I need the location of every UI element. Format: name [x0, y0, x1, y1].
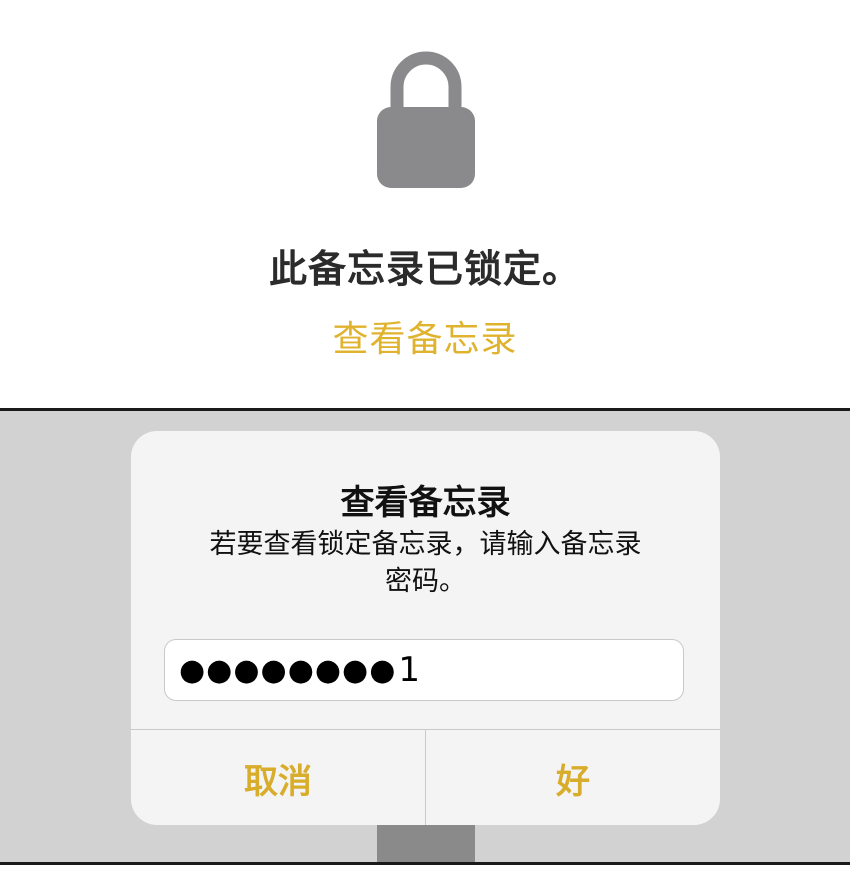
- view-note-link[interactable]: 查看备忘录: [0, 310, 850, 362]
- dialog-message-line: 密码。: [385, 566, 466, 597]
- password-input[interactable]: ●●●●●●●● 1: [164, 639, 684, 701]
- dialog-message-line: 若要查看锁定备忘录，请输入备忘录: [209, 529, 642, 560]
- dialog-title: 查看备忘录: [340, 483, 511, 523]
- dialog-message: 若要查看锁定备忘录，请输入备忘录 密码。: [181, 526, 670, 600]
- ok-button[interactable]: 好: [426, 730, 720, 825]
- divider: [0, 862, 850, 865]
- view-note-dialog: 查看备忘录 若要查看锁定备忘录，请输入备忘录 密码。 ●●●●●●●● 1 取消…: [131, 431, 720, 825]
- locked-note-title: 此备忘录已锁定。: [268, 247, 581, 291]
- lock-icon: [377, 51, 475, 188]
- cancel-button[interactable]: 取消: [131, 730, 425, 825]
- dialog-button-row: 取消 好: [131, 729, 720, 825]
- locked-note-screen: 此备忘录已锁定。 查看备忘录: [0, 0, 850, 410]
- password-masked-chars: ●●●●●●●●: [179, 652, 397, 688]
- password-last-char: 1: [398, 650, 421, 690]
